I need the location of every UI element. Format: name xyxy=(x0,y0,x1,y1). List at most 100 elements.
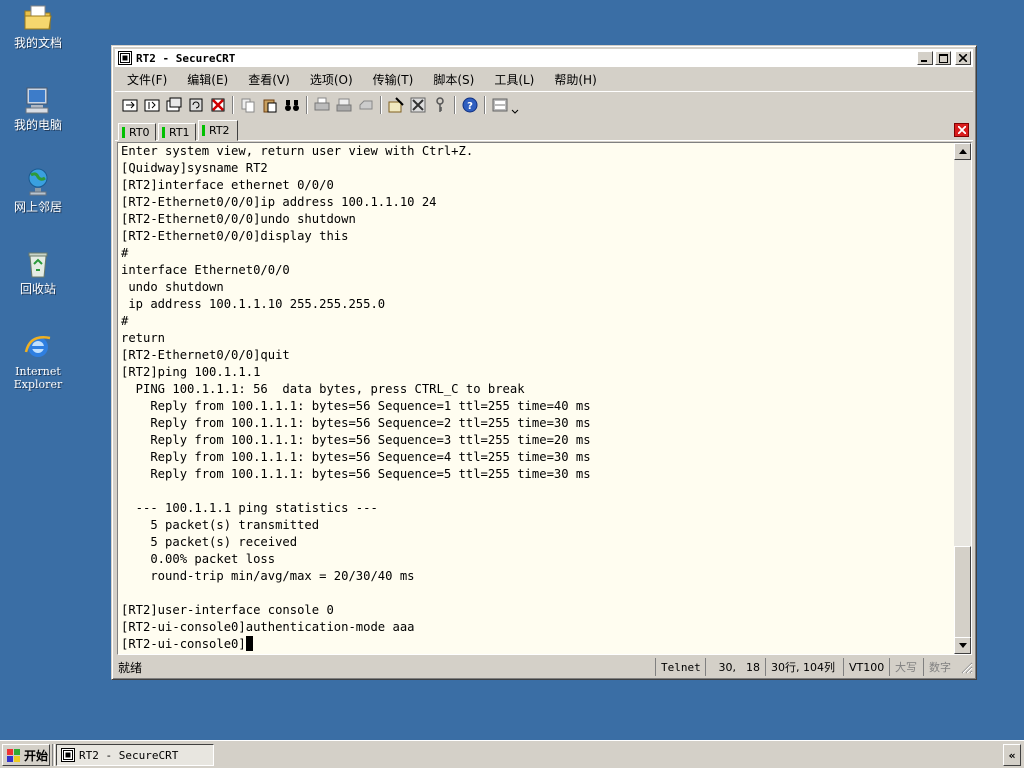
customize-toolbar-button[interactable] xyxy=(489,94,511,116)
terminal-line: Enter system view, return user view with… xyxy=(121,144,474,158)
toolbar-separator xyxy=(306,95,308,114)
toolbar-overflow-chevron[interactable] xyxy=(511,94,519,116)
tray-expand-button[interactable]: « xyxy=(1003,744,1021,766)
terminal-line: return xyxy=(121,331,166,345)
tab-rt2[interactable]: RT2 xyxy=(198,120,238,141)
terminal-area[interactable]: Enter system view, return user view with… xyxy=(117,142,972,655)
menu-script[interactable]: 脚本(S) xyxy=(421,71,482,88)
binoculars-icon xyxy=(285,99,299,111)
print-selection-icon xyxy=(336,98,352,111)
find-button[interactable] xyxy=(281,94,303,116)
tab-status-indicator xyxy=(162,126,165,138)
terminal-line: [RT2-Ethernet0/0/0]quit xyxy=(121,348,290,362)
terminal-line: Reply from 100.1.1.1: bytes=56 Sequence=… xyxy=(121,433,591,447)
terminal-line: Reply from 100.1.1.1: bytes=56 Sequence=… xyxy=(121,416,591,430)
chevron-down-icon xyxy=(511,109,519,114)
menu-view[interactable]: 查看(V) xyxy=(236,71,298,88)
connect-button[interactable] xyxy=(119,94,141,116)
terminal-line: PING 100.1.1.1: 56 data bytes, press CTR… xyxy=(121,382,525,396)
copy-icon xyxy=(241,98,255,112)
tray-expand-chevron: « xyxy=(1008,748,1016,762)
toolbar-separator xyxy=(484,95,486,114)
terminal-line: Reply from 100.1.1.1: bytes=56 Sequence=… xyxy=(121,450,591,464)
recycle-bin-icon xyxy=(28,252,48,278)
desktop-icon-label: 我的文档 xyxy=(13,36,62,50)
tab-status-indicator xyxy=(202,125,205,136)
disconnect-button[interactable] xyxy=(207,94,229,116)
status-cursor-row: 30, xyxy=(705,658,741,676)
menu-transfer[interactable]: 传输(T) xyxy=(361,71,422,88)
global-options-button[interactable] xyxy=(407,94,429,116)
terminal-line: [RT2]ping 100.1.1.1 xyxy=(121,365,261,379)
menu-options[interactable]: 选项(O) xyxy=(298,71,361,88)
tab-rt1[interactable]: RT1 xyxy=(158,123,196,141)
terminal-line: # xyxy=(121,314,129,328)
desktop-icon-internet-explorer[interactable]: Internet Explorer xyxy=(0,330,76,391)
desktop-icon-my-documents[interactable]: 我的文档 xyxy=(0,2,76,50)
terminal-line: [RT2-ui-console0]authentication-mode aaa xyxy=(121,620,415,634)
terminal-line: [RT2]interface ethernet 0/0/0 xyxy=(121,178,334,192)
resize-grip-icon[interactable] xyxy=(959,660,973,674)
desktop-icon-network-places[interactable]: 网上邻居 xyxy=(0,166,76,214)
menu-file[interactable]: 文件(F) xyxy=(115,71,175,88)
connect-in-tab-button[interactable] xyxy=(163,94,185,116)
copy-button[interactable] xyxy=(237,94,259,116)
close-tab-button[interactable] xyxy=(954,123,969,137)
terminal-line: Reply from 100.1.1.1: bytes=56 Sequence=… xyxy=(121,467,591,481)
menu-help[interactable]: 帮助(H) xyxy=(542,71,604,88)
vertical-scrollbar[interactable] xyxy=(954,143,971,654)
terminal-output: Enter system view, return user view with… xyxy=(121,143,953,654)
tab-rt0[interactable]: RT0 xyxy=(118,123,156,141)
paste-button[interactable] xyxy=(259,94,281,116)
desktop-icon-recycle-bin[interactable]: 回收站 xyxy=(0,248,76,296)
desktop-icon-label: Internet Explorer xyxy=(13,365,63,391)
session-options-button[interactable] xyxy=(385,94,407,116)
toolbar-separator xyxy=(380,95,382,114)
session-tab-bar: RT0 RT1 RT2 xyxy=(115,119,973,141)
print-button[interactable] xyxy=(311,94,333,116)
terminal-line: [RT2-ui-console0] xyxy=(121,636,953,653)
print-selection-button[interactable] xyxy=(333,94,355,116)
help-button[interactable]: ? xyxy=(459,94,481,116)
toolbar: ? xyxy=(115,91,973,117)
menu-bar: 文件(F) 编辑(E) 查看(V) 选项(O) 传输(T) 脚本(S) 工具(L… xyxy=(115,69,973,89)
desktop-icon-label: 网上邻居 xyxy=(13,200,62,214)
keymap-button[interactable] xyxy=(429,94,451,116)
terminal-line: [Quidway]sysname RT2 xyxy=(121,161,268,175)
maximize-icon xyxy=(938,53,948,63)
my-computer-icon xyxy=(25,87,49,114)
scroll-down-button[interactable] xyxy=(954,637,971,654)
scrollbar-thumb[interactable] xyxy=(954,546,971,638)
status-num-lock: 数字 xyxy=(923,658,957,676)
close-icon xyxy=(957,126,966,134)
windows-logo-icon xyxy=(7,749,20,762)
network-places-icon xyxy=(28,168,48,196)
session-options-icon xyxy=(388,96,404,112)
scroll-up-button[interactable] xyxy=(954,143,971,160)
start-label: 开始 xyxy=(24,748,49,763)
menu-tools[interactable]: 工具(L) xyxy=(482,71,542,88)
menu-edit[interactable]: 编辑(E) xyxy=(175,71,236,88)
securecrt-app-icon xyxy=(118,51,132,65)
close-button[interactable] xyxy=(955,51,971,65)
taskbar-item-securecrt[interactable]: RT2 - SecureCRT xyxy=(56,744,214,766)
key-icon xyxy=(436,96,444,112)
maximize-button[interactable] xyxy=(935,51,951,65)
settings-icon xyxy=(492,98,508,111)
scroll-down-icon xyxy=(958,643,967,648)
start-button[interactable]: 开始 xyxy=(2,744,50,766)
quick-connect-button[interactable] xyxy=(141,94,163,116)
title-bar[interactable]: RT2 - SecureCRT xyxy=(115,49,973,67)
desktop-icon-my-computer[interactable]: 我的电脑 xyxy=(0,84,76,132)
terminal-line: [RT2-Ethernet0/0/0]ip address 100.1.1.10… xyxy=(121,195,437,209)
securecrt-window: RT2 - SecureCRT 文件(F) 编辑(E) 查看(V) 选项(O) … xyxy=(111,45,977,680)
securecrt-app-icon xyxy=(61,748,75,762)
print-setup-button[interactable] xyxy=(355,94,377,116)
toolbar-separator xyxy=(232,95,234,114)
scroll-up-icon xyxy=(958,149,967,154)
status-ready-text: 就绪 xyxy=(118,660,143,675)
reconnect-button[interactable] xyxy=(185,94,207,116)
disconnect-icon xyxy=(211,98,225,111)
minimize-button[interactable] xyxy=(917,51,933,65)
